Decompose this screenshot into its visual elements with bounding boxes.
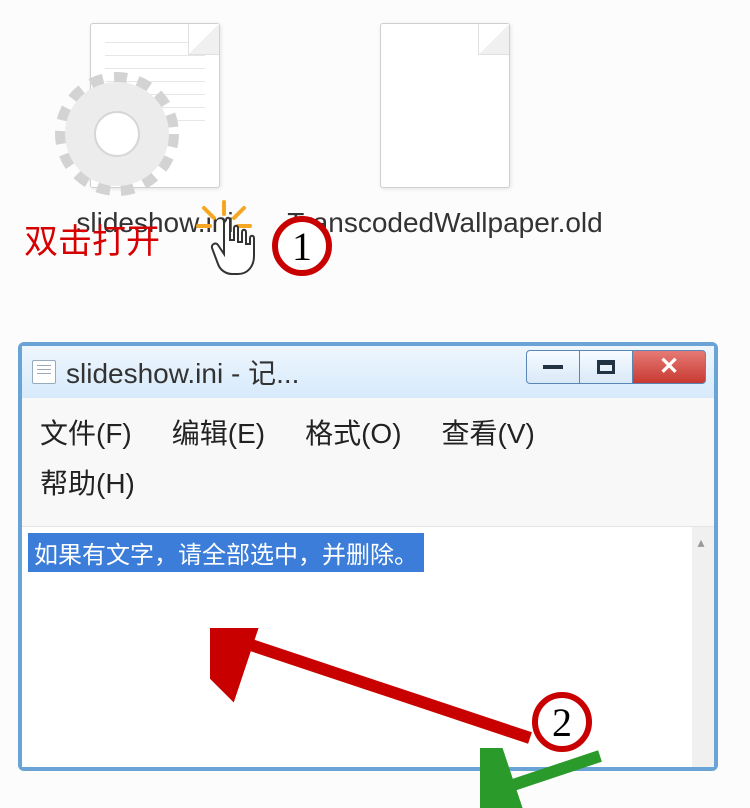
annotation-arrow-red-icon [210, 628, 550, 758]
notepad-title: slideshow.ini - 记... [66, 352, 299, 392]
annotation-badge-1: 1 [272, 216, 332, 276]
maximize-icon [597, 360, 615, 374]
annotation-badge-2: 2 [532, 692, 592, 752]
notepad-menubar: 文件(F) 编辑(E) 格式(O) 查看(V) 帮助(H) [22, 398, 714, 527]
file-icon-ini [75, 10, 235, 200]
notepad-titlebar[interactable]: slideshow.ini - 记... ✕ [22, 346, 714, 398]
file-item-transcoded[interactable]: TranscodedWallpaper.old [330, 10, 560, 240]
notepad-selected-text: 如果有文字，请全部选中，并删除。 [28, 533, 424, 572]
hand-cursor-icon [206, 214, 258, 283]
minimize-button[interactable] [526, 350, 580, 384]
maximize-button[interactable] [579, 350, 633, 384]
scroll-up-icon[interactable]: ▴ [692, 533, 710, 551]
file-label: TranscodedWallpaper.old [287, 206, 602, 240]
menu-view[interactable]: 查看(V) [442, 412, 535, 452]
menu-help[interactable]: 帮助(H) [40, 462, 135, 502]
annotation-arrow-green-icon [480, 748, 620, 808]
menu-edit[interactable]: 编辑(E) [172, 412, 265, 452]
close-icon: ✕ [659, 355, 679, 379]
menu-file[interactable]: 文件(F) [40, 412, 132, 452]
annotation-double-click: 双击打开 [24, 214, 160, 263]
close-button[interactable]: ✕ [632, 350, 706, 384]
menu-format[interactable]: 格式(O) [305, 412, 401, 452]
minimize-icon [543, 365, 563, 369]
file-icon-blank [365, 10, 525, 200]
notepad-app-icon [32, 360, 56, 384]
